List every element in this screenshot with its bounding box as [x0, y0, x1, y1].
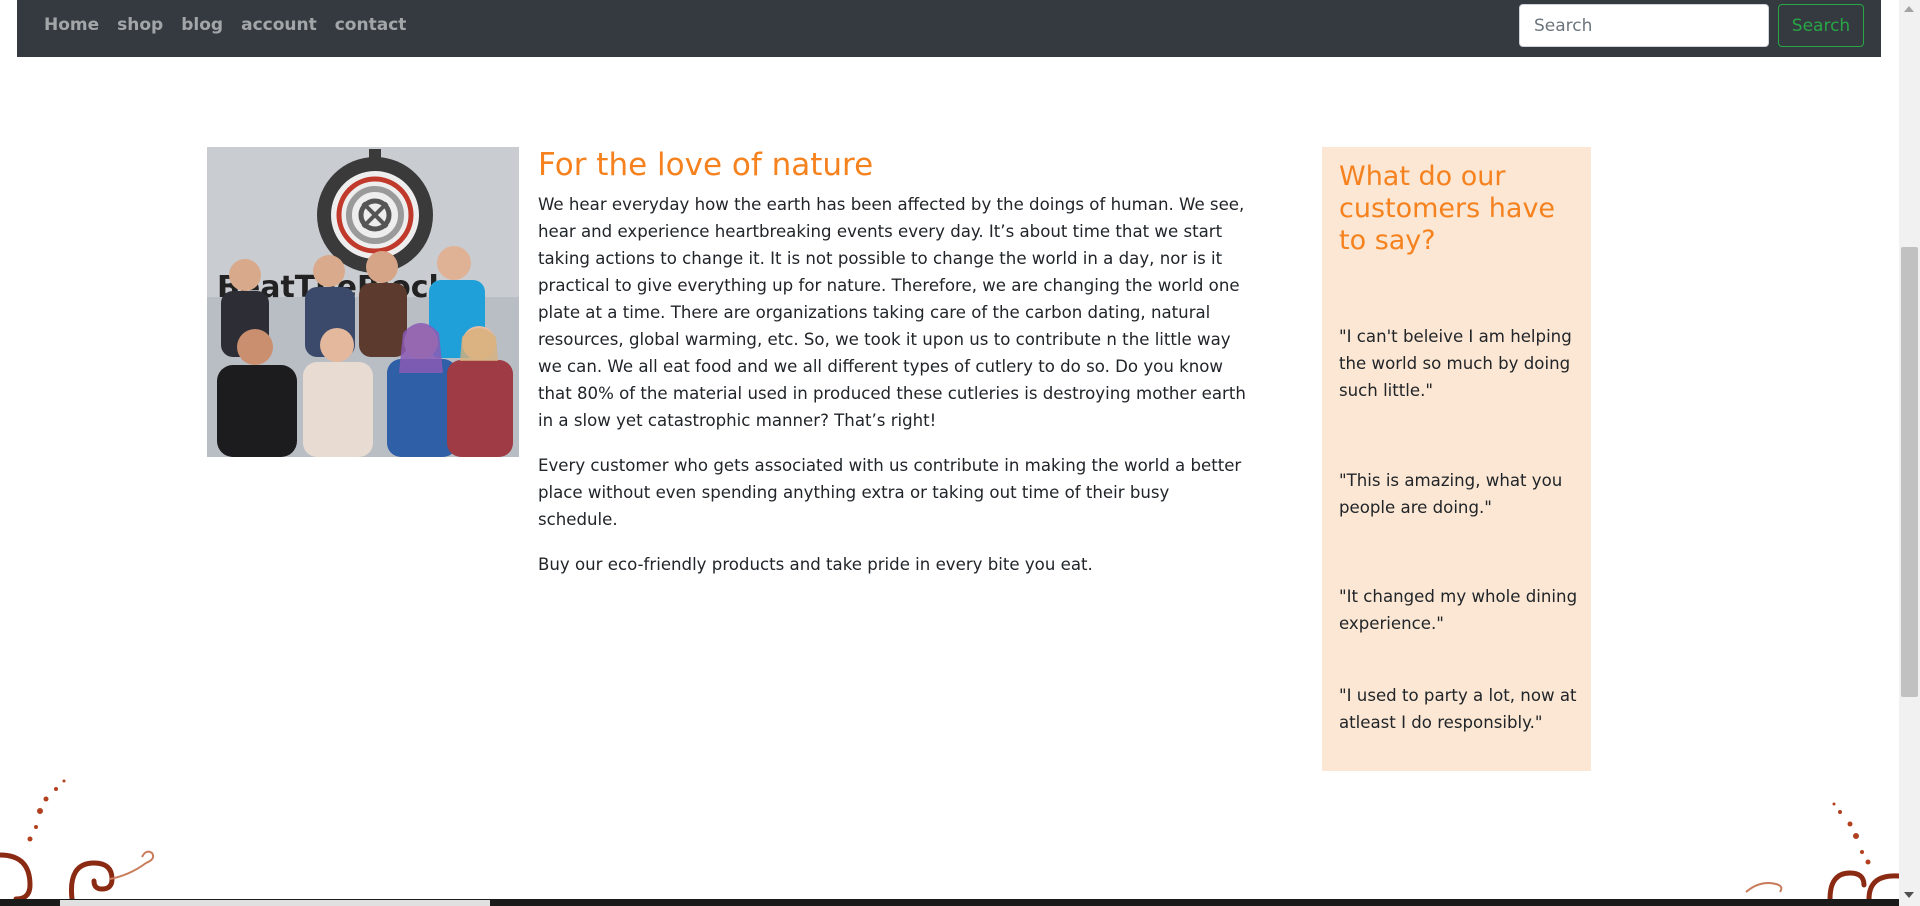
- testimonial-quote-4: "I used to party a lot, now at atleast I…: [1339, 686, 1577, 732]
- testimonial-quote-1: "I can't beleive I am helping the world …: [1339, 327, 1572, 400]
- vertical-scrollbar[interactable]: [1899, 0, 1920, 906]
- article-title: For the love of nature: [538, 147, 874, 183]
- nav-link-shop[interactable]: shop: [117, 15, 163, 35]
- nav-links: Home shop blog account contact: [44, 0, 406, 50]
- article-paragraph-2: Every customer who gets associated with …: [538, 456, 1242, 529]
- nav-link-account[interactable]: account: [241, 15, 317, 35]
- team-photo: BeatTheBlock: [207, 147, 519, 457]
- article-section: For the love of nature We hear everyday …: [538, 145, 1250, 596]
- top-navbar: Home shop blog account contact Search: [17, 0, 1881, 57]
- scroll-up-arrow-icon[interactable]: [1904, 6, 1914, 12]
- testimonial-quote-2: "This is amazing, what you people are do…: [1339, 471, 1563, 517]
- swirl-right-decoration: [1745, 802, 1899, 899]
- nav-link-contact[interactable]: contact: [335, 15, 407, 35]
- article-paragraph-3: Buy our eco-friendly products and take p…: [538, 555, 1093, 574]
- testimonials-title: What do our customers have to say?: [1339, 161, 1556, 256]
- article-paragraph-1: We hear everyday how the earth has been …: [538, 195, 1246, 430]
- horizontal-scrollbar-track[interactable]: [60, 900, 490, 906]
- nav-link-home[interactable]: Home: [44, 15, 99, 35]
- search-button[interactable]: Search: [1778, 4, 1864, 47]
- testimonial-quote-3: "It changed my whole dining experience.": [1339, 587, 1578, 633]
- scroll-down-arrow-icon[interactable]: [1904, 892, 1914, 898]
- swirl-left-decoration: [0, 779, 155, 899]
- testimonials-panel: What do our customers have to say? "I ca…: [1322, 147, 1591, 771]
- nav-link-blog[interactable]: blog: [181, 15, 223, 35]
- search-input[interactable]: [1519, 4, 1769, 47]
- scrollbar-thumb[interactable]: [1901, 247, 1918, 697]
